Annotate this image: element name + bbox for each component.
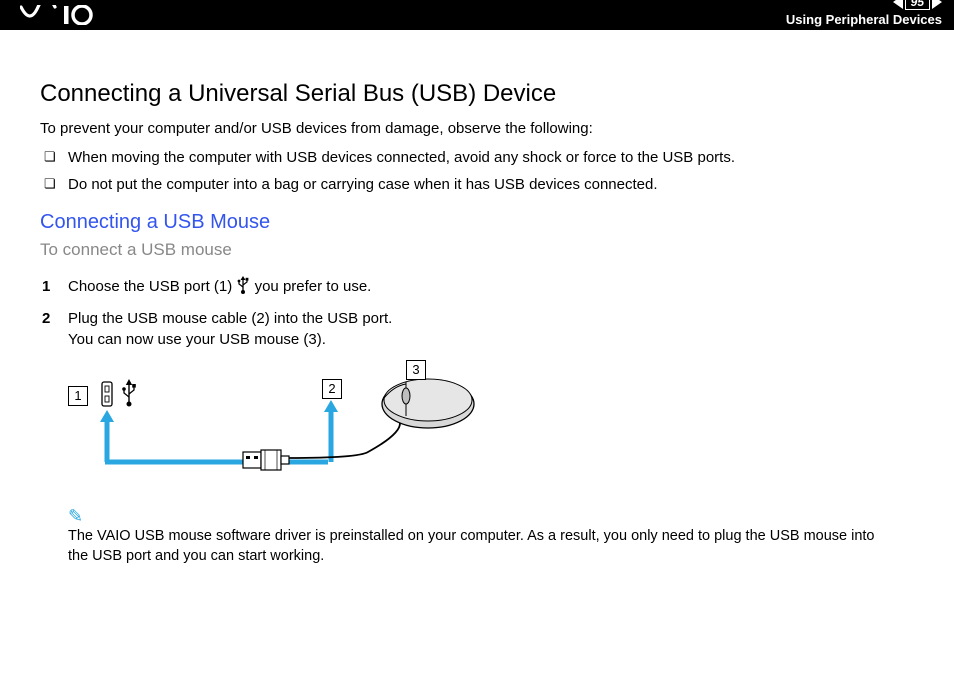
page-number: 95 (905, 0, 930, 10)
subheading: To connect a USB mouse (40, 240, 914, 260)
arrow-2-icon (324, 400, 338, 462)
nav-prev-icon[interactable] (893, 0, 903, 9)
step-item: Plug the USB mouse cable (2) into the US… (68, 308, 914, 350)
note-icon: ✎ (68, 506, 914, 527)
connection-diagram: 1 (68, 370, 518, 490)
page-title: Connecting a Universal Serial Bus (USB) … (40, 80, 914, 108)
mouse-icon (382, 379, 474, 428)
warning-list: When moving the computer with USB device… (40, 149, 914, 193)
page-content: Connecting a Universal Serial Bus (USB) … (0, 30, 954, 566)
intro-text: To prevent your computer and/or USB devi… (40, 120, 914, 137)
section-title: Using Peripheral Devices (786, 12, 942, 27)
usb-icon (236, 276, 250, 300)
list-item: Do not put the computer into a bag or ca… (68, 176, 914, 193)
callout-3: 3 (406, 360, 426, 380)
header-bar: 95 Using Peripheral Devices (0, 0, 954, 30)
vaio-logo (20, 5, 120, 25)
diagram-svg (68, 370, 518, 490)
steps-list: Choose the USB port (1) you prefer to us… (40, 276, 914, 350)
page-nav: 95 (893, 0, 942, 10)
note-text: The VAIO USB mouse software driver is pr… (68, 527, 886, 566)
callout-2: 2 (322, 379, 342, 399)
nav-next-icon[interactable] (932, 0, 942, 9)
list-item: When moving the computer with USB device… (68, 149, 914, 166)
usb-plug-icon (243, 450, 289, 470)
arrow-1-icon (100, 410, 328, 462)
step-item: Choose the USB port (1) you prefer to us… (68, 276, 914, 300)
subtitle: Connecting a USB Mouse (40, 211, 914, 234)
